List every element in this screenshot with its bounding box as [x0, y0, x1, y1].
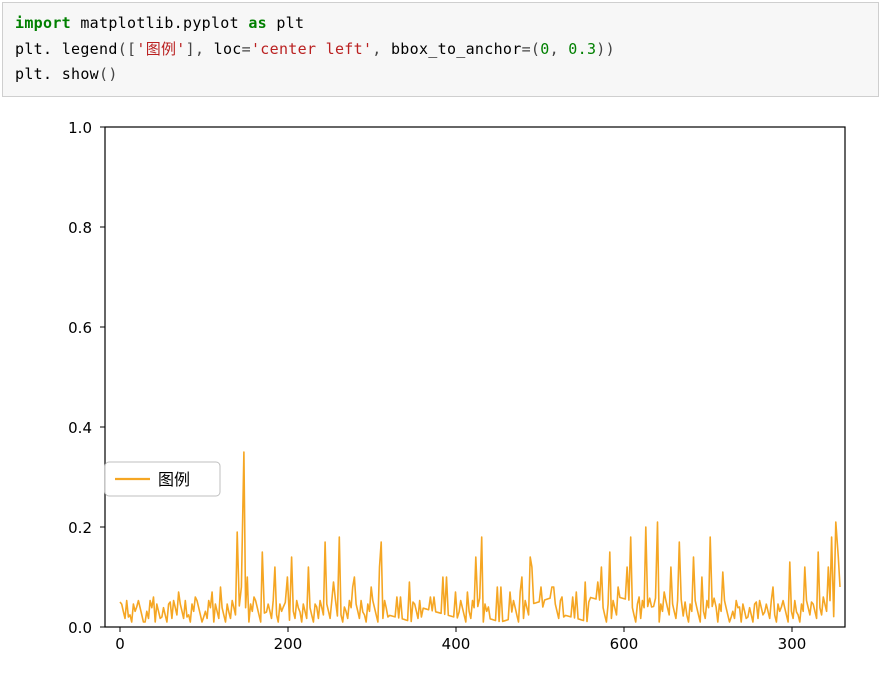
svg-text:400: 400 — [442, 635, 471, 653]
chart-output: 0.0 0.2 0.4 0.6 0.8 1.0 0 200 400 600 30… — [0, 99, 881, 687]
xtick-1: 200 — [274, 627, 303, 653]
svg-text:600: 600 — [610, 635, 639, 653]
svg-text:300: 300 — [778, 635, 807, 653]
svg-text:0.8: 0.8 — [68, 219, 92, 237]
series-line — [120, 452, 840, 622]
arg-bbox-0: 0 — [540, 40, 549, 58]
svg-text:0.6: 0.6 — [68, 319, 92, 337]
svg-text:0.2: 0.2 — [68, 519, 92, 537]
svg-text:0.0: 0.0 — [68, 619, 92, 637]
svg-text:1.0: 1.0 — [68, 119, 92, 137]
arg-loc-val: 'center left' — [251, 40, 372, 58]
plot-area — [105, 127, 845, 627]
obj-plt-2: plt — [15, 65, 43, 83]
alias-name: plt — [276, 14, 304, 32]
legend-label: 图例 — [158, 470, 190, 489]
svg-text:0: 0 — [115, 635, 125, 653]
kw-as: as — [248, 14, 267, 32]
arg-legend-label: '图例' — [136, 40, 185, 58]
x-axis: 0 200 400 600 300 — [115, 627, 806, 653]
fn-legend: legend — [62, 40, 118, 58]
ytick-1: 0.2 — [68, 519, 105, 537]
obj-plt: plt — [15, 40, 43, 58]
code-cell: import matplotlib.pyplot as plt plt. leg… — [2, 2, 879, 97]
ytick-5: 1.0 — [68, 119, 105, 137]
xtick-2: 400 — [442, 627, 471, 653]
chart-svg: 0.0 0.2 0.4 0.6 0.8 1.0 0 200 400 600 30… — [20, 117, 860, 677]
ytick-2: 0.4 — [68, 419, 105, 437]
arg-bbox-1: 0.3 — [568, 40, 596, 58]
svg-text:200: 200 — [274, 635, 303, 653]
module-name: matplotlib.pyplot — [80, 14, 239, 32]
arg-bbox-key: bbox_to_anchor — [391, 40, 522, 58]
ytick-4: 0.8 — [68, 219, 105, 237]
svg-text:0.4: 0.4 — [68, 419, 92, 437]
ytick-3: 0.6 — [68, 319, 105, 337]
xtick-0: 0 — [115, 627, 125, 653]
fn-show: show — [62, 65, 99, 83]
y-axis: 0.0 0.2 0.4 0.6 0.8 1.0 — [68, 119, 105, 637]
xtick-3: 600 — [610, 627, 639, 653]
xtick-4: 300 — [778, 627, 807, 653]
kw-import: import — [15, 14, 71, 32]
legend: 图例 — [105, 462, 220, 496]
arg-loc-key: loc — [214, 40, 242, 58]
ytick-0: 0.0 — [68, 619, 105, 637]
